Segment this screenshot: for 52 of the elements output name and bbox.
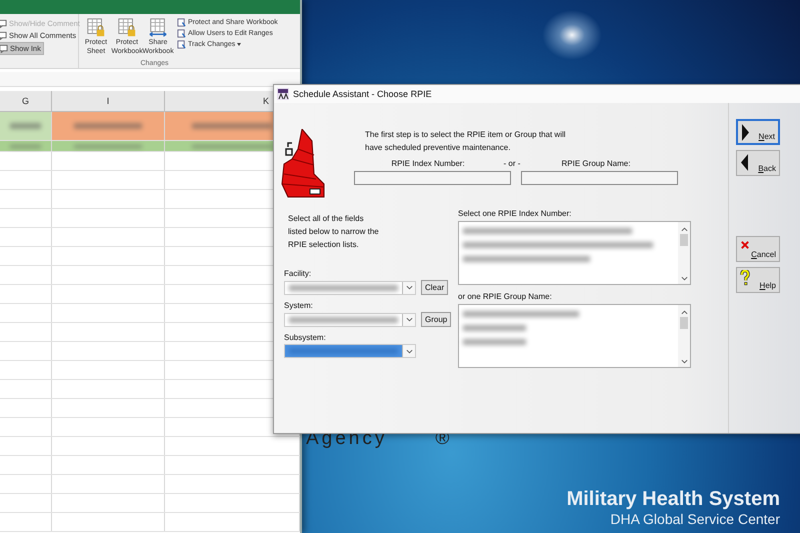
list-box[interactable]: [458, 221, 691, 285]
chevron-down-icon: [402, 282, 415, 294]
scroll-bar[interactable]: [678, 222, 690, 284]
triangle-right-icon: [742, 124, 749, 141]
blurred-text: [10, 123, 41, 129]
chevron-down-icon: [402, 345, 415, 357]
chevron-down-icon: [402, 314, 415, 326]
or-label: - or -: [502, 159, 522, 168]
scroll-bar[interactable]: [678, 305, 690, 367]
list-label: or one RPIE Group Name:: [458, 292, 553, 301]
triangle-left-icon: [741, 154, 748, 171]
app-icon: [277, 88, 289, 100]
combo-label: Facility:: [284, 269, 312, 278]
instructions-text: Select all of the fields listed below to narrow the RPIE selection lists.: [288, 213, 380, 251]
column-header[interactable]: I: [52, 91, 165, 111]
input-field[interactable]: [354, 171, 511, 185]
sheet-small-icon: [177, 18, 186, 27]
brand-subtitle: DHA Global Service Center: [610, 511, 780, 528]
combo-button[interactable]: Group: [421, 312, 452, 327]
column-header[interactable]: G: [0, 91, 52, 111]
dropdown-field[interactable]: [284, 312, 416, 326]
agency-text: Agency: [306, 428, 388, 450]
sheet-lock-icon: [117, 18, 137, 38]
dropdown-field[interactable]: [284, 344, 416, 358]
question-mark-icon: [740, 270, 750, 286]
input-field[interactable]: [521, 171, 678, 185]
intro-text: The first step is to select the RPIE item or Group that will have scheduled preventive maintenance.: [365, 129, 567, 154]
sheet-arrows-icon: [148, 18, 168, 38]
list-box[interactable]: [458, 304, 691, 368]
blurred-text: [463, 339, 526, 345]
comment-icon: [0, 44, 8, 53]
sheet-lock-icon: [86, 18, 106, 38]
sheet-small-icon: [177, 40, 186, 49]
next-button[interactable]: Next: [736, 119, 780, 145]
field-label: RPIE Group Name:: [560, 159, 632, 168]
brand-title: Military Health System: [566, 488, 780, 511]
blurred-text: [463, 325, 526, 331]
sheet-small-icon: [177, 29, 186, 38]
caret-icon: [237, 43, 242, 46]
back-button[interactable]: Back: [736, 150, 780, 176]
combo-label: Subsystem:: [284, 333, 327, 342]
combo-label: System:: [284, 301, 314, 310]
blurred-text: [74, 123, 142, 129]
cancel-button[interactable]: Cancel: [736, 236, 780, 262]
help-button[interactable]: Help: [736, 267, 780, 293]
combo-button[interactable]: Clear: [421, 280, 448, 295]
comment-icon: [0, 19, 7, 28]
list-label: Select one RPIE Index Number:: [458, 209, 572, 218]
cross-icon: [741, 241, 749, 249]
field-label: RPIE Index Number:: [390, 159, 466, 168]
dropdown-field[interactable]: [284, 280, 416, 294]
comment-icon: [0, 31, 7, 40]
